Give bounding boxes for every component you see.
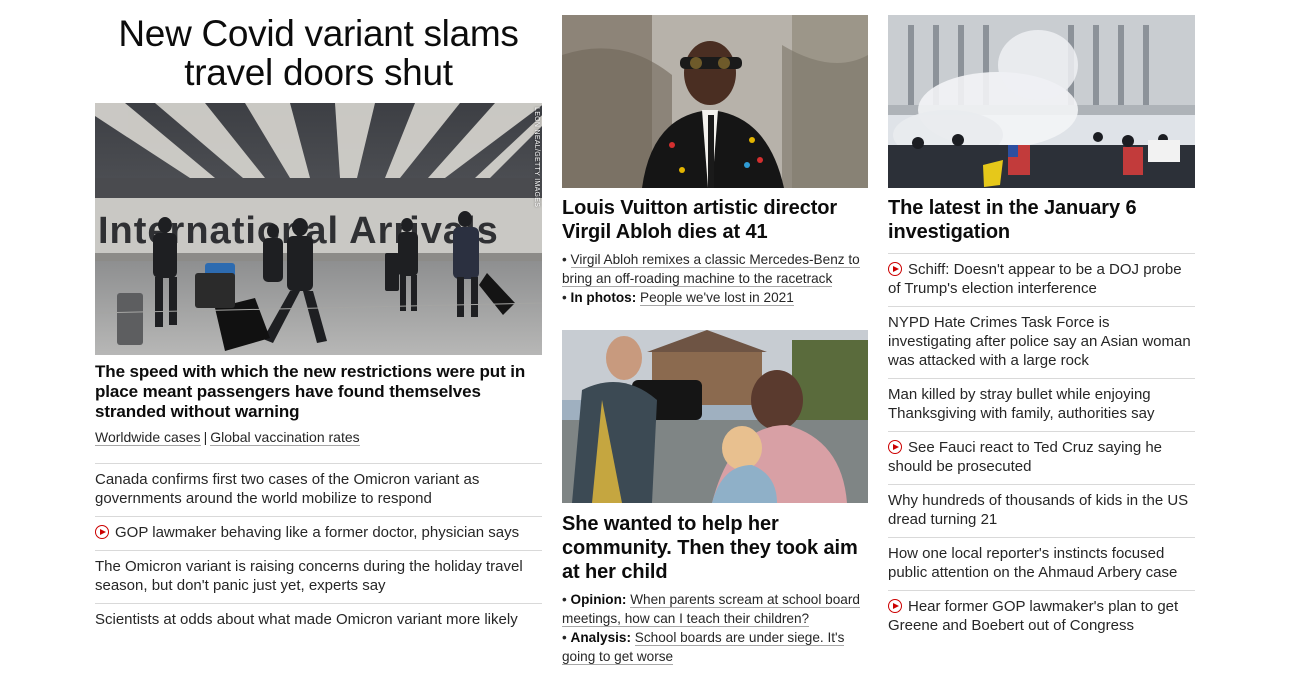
list-item-text[interactable]: See Fauci react to Ted Cruz saying he sh… (888, 439, 1162, 475)
photo-credit: LEON NEAL/GETTY IMAGES (533, 107, 540, 208)
lead-sublinks: Worldwide cases | Global vaccination rates (95, 428, 542, 447)
list-item-text[interactable]: The Omicron variant is raising concerns … (95, 558, 523, 594)
list-item-text[interactable]: Why hundreds of thousands of kids in the… (888, 492, 1188, 528)
jan6-headline[interactable]: The latest in the January 6 investigatio… (888, 196, 1195, 244)
worldwide-cases-link[interactable]: Worldwide cases (95, 429, 201, 446)
list-item-text[interactable]: Hear former GOP lawmaker's plan to get G… (888, 598, 1178, 634)
lead-headline[interactable]: New Covid variant slams travel doors shu… (95, 14, 542, 92)
list-item[interactable]: Schiff: Doesn't appear to be a DOJ probe… (888, 253, 1195, 306)
abloh-headline[interactable]: Louis Vuitton artistic director Virgil A… (562, 196, 868, 244)
video-play-icon (888, 599, 902, 613)
lead-story-column: New Covid variant slams travel doors shu… (95, 0, 542, 637)
right-column: The latest in the January 6 investigatio… (888, 0, 1195, 643)
lead-headline-line-2[interactable]: travel doors shut (95, 53, 542, 92)
related-link[interactable]: • Opinion: When parents scream at school… (562, 590, 868, 628)
list-item[interactable]: Canada confirms first two cases of the O… (95, 463, 542, 516)
school-board-story-image[interactable] (562, 330, 868, 503)
list-item[interactable]: GOP lawmaker behaving like a former doct… (95, 516, 542, 550)
jan6-related-list: Schiff: Doesn't appear to be a DOJ probe… (888, 253, 1195, 643)
abloh-story-image[interactable] (562, 15, 868, 188)
list-item[interactable]: Man killed by stray bullet while enjoyin… (888, 378, 1195, 431)
list-item[interactable]: How one local reporter's instincts focus… (888, 537, 1195, 590)
lead-story-summary[interactable]: The speed with which the new restriction… (95, 362, 542, 422)
list-item-text[interactable]: Scientists at odds about what made Omicr… (95, 611, 518, 628)
list-item-text[interactable]: Schiff: Doesn't appear to be a DOJ probe… (888, 261, 1182, 297)
list-item[interactable]: The Omicron variant is raising concerns … (95, 550, 542, 603)
mother-hugging-child-photo (562, 330, 868, 503)
video-play-icon (888, 262, 902, 276)
related-link[interactable]: • Virgil Abloh remixes a classic Mercede… (562, 250, 868, 288)
related-link-label: In photos: (570, 290, 637, 305)
capitol-riot-photo (888, 15, 1195, 188)
school-board-related-links: • Opinion: When parents scream at school… (562, 590, 868, 666)
related-link-text[interactable]: People we've lost in 2021 (640, 290, 794, 306)
related-link[interactable]: • In photos: People we've lost in 2021 (562, 288, 868, 307)
middle-column: Louis Vuitton artistic director Virgil A… (562, 0, 868, 666)
list-item-text[interactable]: How one local reporter's instincts focus… (888, 545, 1177, 581)
virgil-abloh-photo (562, 15, 868, 188)
school-board-headline[interactable]: She wanted to help her community. Then t… (562, 512, 868, 584)
sublink-separator: | (203, 429, 208, 445)
video-play-icon (95, 525, 109, 539)
video-play-icon (888, 440, 902, 454)
list-item[interactable]: Scientists at odds about what made Omicr… (95, 603, 542, 637)
related-link-label: Opinion: (570, 592, 627, 607)
lead-story-image[interactable]: International Arrivals LEON NEAL/GETTY I… (95, 103, 542, 355)
list-item[interactable]: Hear former GOP lawmaker's plan to get G… (888, 590, 1195, 643)
list-item-text[interactable]: Canada confirms first two cases of the O… (95, 471, 479, 507)
related-link-text[interactable]: Virgil Abloh remixes a classic Mercedes-… (562, 252, 860, 287)
related-link[interactable]: • Analysis: School boards are under sieg… (562, 628, 868, 666)
lead-headline-line-1[interactable]: New Covid variant slams (95, 14, 542, 53)
related-link-label: Analysis: (570, 630, 631, 645)
list-item[interactable]: NYPD Hate Crimes Task Force is investiga… (888, 306, 1195, 378)
global-vaccination-link[interactable]: Global vaccination rates (210, 429, 360, 446)
list-item-text[interactable]: Man killed by stray bullet while enjoyin… (888, 386, 1155, 422)
lead-related-list: Canada confirms first two cases of the O… (95, 463, 542, 637)
jan6-story-image[interactable] (888, 15, 1195, 188)
abloh-related-links: • Virgil Abloh remixes a classic Mercede… (562, 250, 868, 307)
list-item[interactable]: Why hundreds of thousands of kids in the… (888, 484, 1195, 537)
list-item-text[interactable]: GOP lawmaker behaving like a former doct… (115, 524, 519, 541)
list-item-text[interactable]: NYPD Hate Crimes Task Force is investiga… (888, 314, 1191, 369)
airport-arrivals-photo: International Arrivals (95, 103, 542, 355)
list-item[interactable]: See Fauci react to Ted Cruz saying he sh… (888, 431, 1195, 484)
